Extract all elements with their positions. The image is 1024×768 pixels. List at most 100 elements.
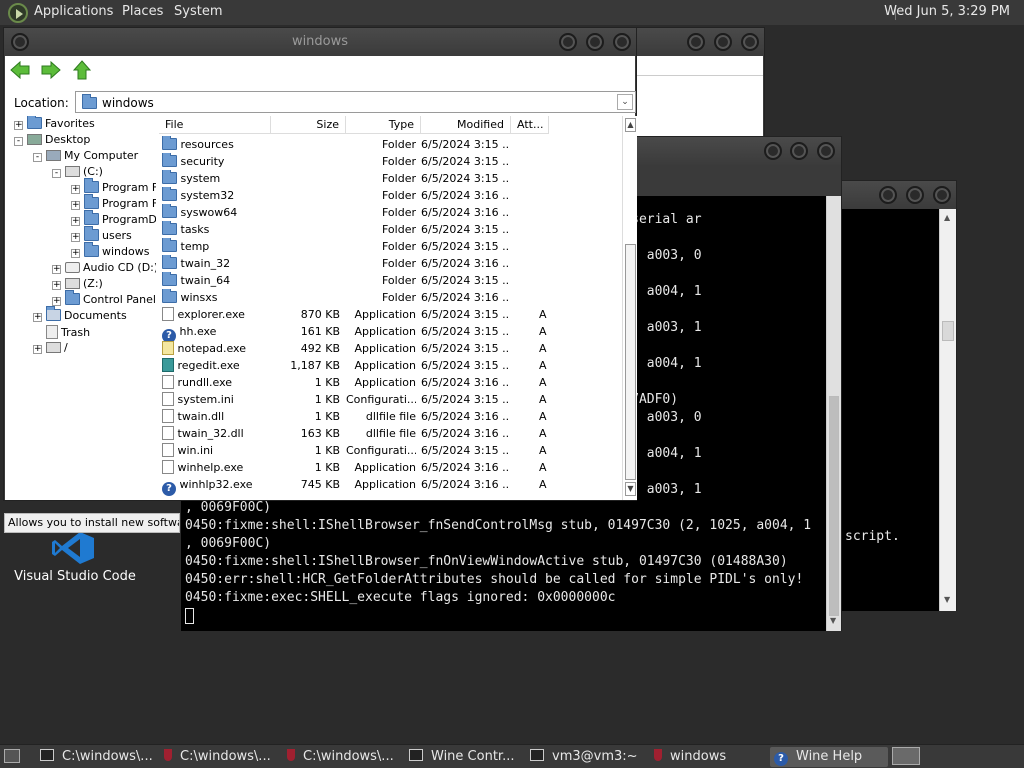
up-arrow-icon[interactable]	[72, 60, 92, 85]
maximize-icon[interactable]	[714, 33, 732, 51]
terminal-1-titlebar[interactable]	[635, 137, 841, 165]
terminal-2-output[interactable]: script.	[841, 209, 939, 611]
tree-item[interactable]: - (C:)	[52, 165, 103, 181]
tree-item[interactable]: + users	[71, 226, 132, 245]
taskbar-button[interactable]: ? Wine Help	[770, 747, 888, 767]
column-header-size[interactable]: Size	[271, 116, 346, 134]
maximize-icon[interactable]	[906, 186, 924, 204]
taskbar-button[interactable]: windows	[650, 747, 768, 767]
scroll-thumb[interactable]	[942, 321, 954, 341]
file-row[interactable]: twain_64 Folder 6/5/2024 3:15 ...	[159, 272, 623, 289]
column-header-modified[interactable]: Modified	[421, 116, 511, 134]
forward-arrow-icon[interactable]	[41, 60, 61, 84]
tree-item[interactable]: + Favorites	[14, 116, 95, 133]
expand-icon[interactable]: +	[71, 249, 80, 258]
taskbar-button[interactable]: Wine Contr...	[405, 747, 523, 767]
file-row[interactable]: security Folder 6/5/2024 3:15 ...	[159, 153, 623, 170]
file-row[interactable]: tasks Folder 6/5/2024 3:15 ...	[159, 221, 623, 238]
scroll-down-icon[interactable]: ▼	[625, 482, 636, 496]
file-row[interactable]: regedit.exe 1,187 KB Application 6/5/2024 3…	[159, 357, 623, 374]
vscode-icon[interactable]	[50, 530, 98, 566]
expand-icon[interactable]: +	[71, 201, 80, 210]
scroll-down-icon[interactable]: ▼	[830, 616, 836, 625]
tree-item[interactable]: + Control Panel	[52, 290, 156, 309]
scroll-thumb[interactable]	[625, 244, 636, 480]
file-row[interactable]: temp Folder 6/5/2024 3:15 ...	[159, 238, 623, 255]
explorer-titlebar[interactable]: windows	[4, 28, 636, 56]
menu-system[interactable]: System	[174, 4, 222, 19]
expand-icon[interactable]: +	[52, 281, 61, 290]
scroll-up-icon[interactable]: ▲	[625, 118, 636, 132]
expand-icon[interactable]: +	[71, 185, 80, 194]
chevron-down-icon[interactable]: ⌄	[617, 94, 633, 110]
close-icon[interactable]	[933, 186, 951, 204]
file-row[interactable]: system32 Folder 6/5/2024 3:16 ...	[159, 187, 623, 204]
desktop-icon-label[interactable]: Visual Studio Code	[10, 569, 140, 584]
tree-item[interactable]: + /	[33, 341, 68, 357]
taskbar-button[interactable]: vm3@vm3:~	[526, 747, 646, 767]
file-row[interactable]: twain_32 Folder 6/5/2024 3:16 ...	[159, 255, 623, 272]
menu-applications[interactable]: Applications	[34, 4, 113, 19]
maximize-icon[interactable]	[790, 142, 808, 160]
file-row[interactable]: win.ini 1 KB Configurati... 6/5/2024 3:15 .…	[159, 442, 623, 459]
file-row[interactable]: system Folder 6/5/2024 3:15 ...	[159, 170, 623, 187]
expand-icon[interactable]: +	[33, 345, 42, 354]
back-arrow-icon[interactable]	[10, 60, 30, 84]
show-desktop-icon[interactable]	[4, 749, 20, 763]
close-icon[interactable]	[741, 33, 759, 51]
file-row[interactable]: system.ini 1 KB Configurati... 6/5/2024 3:1…	[159, 391, 623, 408]
scroll-down-icon[interactable]: ▼	[944, 595, 950, 604]
collapse-icon[interactable]: -	[52, 169, 61, 178]
collapse-icon[interactable]: -	[14, 137, 23, 146]
column-header-type[interactable]: Type	[346, 116, 421, 134]
background-window[interactable]	[634, 27, 765, 139]
minimize-icon[interactable]	[559, 33, 577, 51]
expand-icon[interactable]: +	[52, 265, 61, 274]
file-row[interactable]: winhelp.exe 1 KB Application 6/5/2024 3:16 …	[159, 459, 623, 476]
file-row[interactable]: syswow64 Folder 6/5/2024 3:16 ...	[159, 204, 623, 221]
file-row[interactable]: twain.dll 1 KB dllfile file 6/5/2024 3:16 .…	[159, 408, 623, 425]
terminal-1-scrollbar[interactable]: ▼	[826, 196, 841, 631]
minimize-icon[interactable]	[879, 186, 897, 204]
expand-icon[interactable]: +	[52, 297, 61, 306]
workspace-switcher-icon[interactable]	[892, 747, 920, 765]
close-icon[interactable]	[817, 142, 835, 160]
file-row[interactable]: ? hh.exe 161 KB Application 6/5/2024 3:15 .…	[159, 323, 623, 343]
tree-item[interactable]: - My Computer	[33, 149, 138, 165]
background-window-titlebar[interactable]	[635, 28, 764, 56]
window-menu-icon[interactable]	[11, 33, 29, 51]
file-row[interactable]: resources Folder 6/5/2024 3:15 ...	[159, 136, 623, 153]
tree-item[interactable]: + Audio CD (D:)	[52, 261, 156, 277]
maximize-icon[interactable]	[586, 33, 604, 51]
terminal-2-titlebar[interactable]	[841, 181, 956, 209]
tree-item[interactable]: + (Z:)	[52, 277, 103, 293]
terminal-2-scrollbar[interactable]: ▲ ▼	[939, 209, 956, 611]
tree-item[interactable]: - Desktop	[14, 133, 90, 149]
file-list[interactable]: File Size Type Modified Att... resources…	[159, 116, 623, 500]
tree-item[interactable]: + Documents	[33, 306, 127, 325]
explorer-window[interactable]: windows Location: windows ⌄ + Favorites - D…	[3, 27, 637, 501]
file-row[interactable]: winsxs Folder 6/5/2024 3:16 ...	[159, 289, 623, 306]
main-menu-icon[interactable]	[8, 3, 28, 23]
folder-tree[interactable]: + Favorites - Desktop - My Computer - (C:) + Prog…	[6, 116, 156, 500]
file-row[interactable]: twain_32.dll 163 KB dllfile file 6/5/2024 3…	[159, 425, 623, 442]
taskbar-button[interactable]: C:\windows\...	[283, 747, 403, 767]
expand-icon[interactable]: +	[71, 217, 80, 226]
scroll-up-icon[interactable]: ▲	[944, 213, 950, 222]
close-icon[interactable]	[613, 33, 631, 51]
taskbar-button[interactable]: C:\windows\...	[160, 747, 280, 767]
column-header-file[interactable]: File	[159, 116, 271, 134]
file-row[interactable]: notepad.exe 492 KB Application 6/5/2024 3:1…	[159, 340, 623, 357]
scroll-thumb[interactable]	[829, 396, 839, 616]
terminal-window-2[interactable]: script. ▲ ▼	[840, 180, 957, 611]
minimize-icon[interactable]	[687, 33, 705, 51]
file-row[interactable]: ? winhlp32.exe 745 KB Application 6/5/2024 …	[159, 476, 623, 496]
file-list-scrollbar[interactable]: ▲ ▼	[622, 116, 637, 500]
collapse-icon[interactable]: -	[33, 153, 42, 162]
clock[interactable]: Wed Jun 5, 3:29 PM	[884, 4, 1010, 19]
menu-places[interactable]: Places	[122, 4, 163, 19]
file-row[interactable]: rundll.exe 1 KB Application 6/5/2024 3:16 .…	[159, 374, 623, 391]
expand-icon[interactable]: +	[14, 121, 23, 130]
expand-icon[interactable]: +	[33, 313, 42, 322]
tree-item[interactable]: + windows	[71, 242, 149, 261]
